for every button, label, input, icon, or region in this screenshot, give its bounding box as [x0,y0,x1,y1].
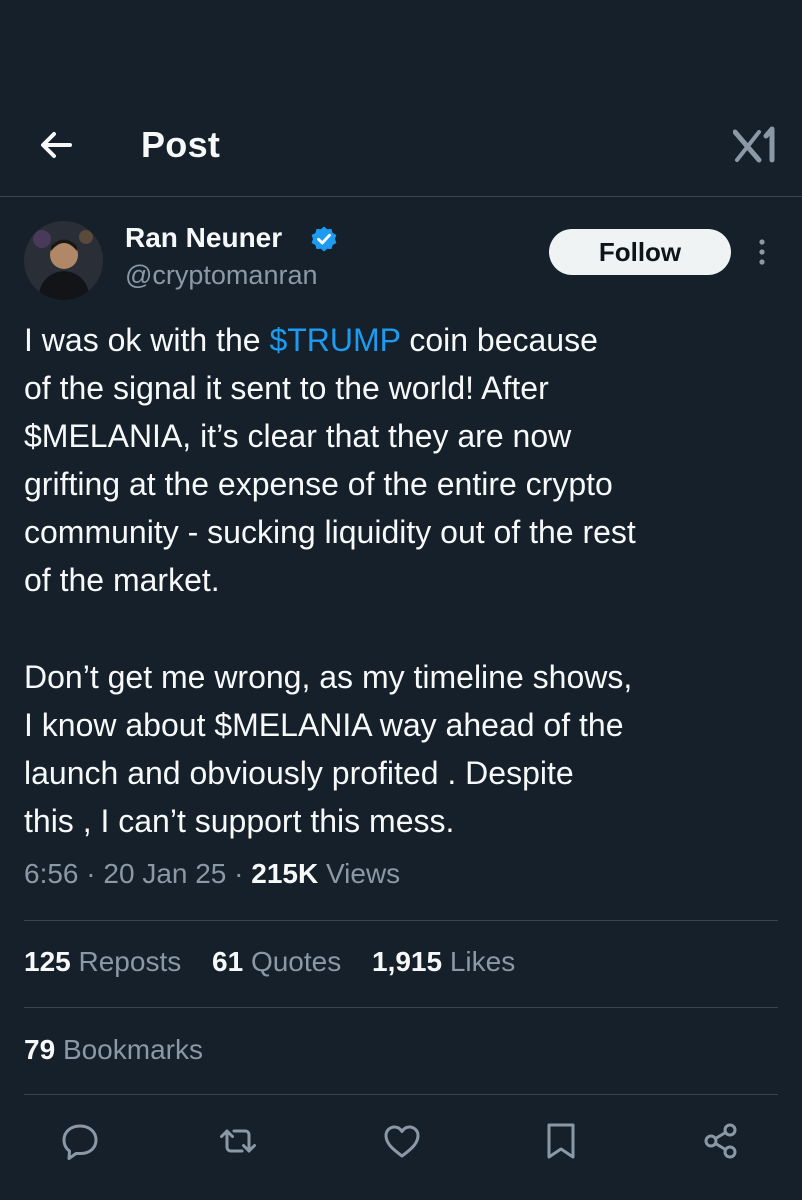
post-text-segment: I was ok with the [24,322,270,358]
quotes-label: Quotes [250,946,342,977]
x-logo-icon[interactable] [732,126,777,164]
post-paragraph-1: I was ok with the $TRUMP coin because of… [24,316,784,604]
divider [24,1007,778,1008]
bookmarks-label: Bookmarks [62,1034,203,1065]
divider [24,920,778,921]
share-icon [704,1123,737,1159]
reply-icon [62,1124,98,1160]
back-button[interactable] [36,125,76,165]
like-button[interactable] [382,1121,422,1166]
likes-stat[interactable]: 1,915 Likes [372,946,515,977]
quotes-count: 61 [212,946,244,977]
views-label: Views [326,858,401,889]
more-options-button[interactable] [752,237,772,267]
author-handle[interactable]: @cryptomanran [125,260,317,291]
verified-badge-icon [311,226,337,252]
reposts-stat[interactable]: 125 Reposts [24,946,181,977]
repost-button[interactable] [218,1121,258,1166]
bookmark-button[interactable] [541,1121,581,1166]
engagement-stats: 125 Reposts 61 Quotes 1,915 Likes [24,946,538,978]
post-date[interactable]: 20 Jan 25 [103,858,226,889]
bookmarks-count: 79 [24,1034,56,1065]
follow-button[interactable]: Follow [549,229,731,275]
arrow-left-icon [41,132,72,158]
share-button[interactable] [701,1121,741,1166]
bookmark-icon [547,1123,575,1159]
page-title: Post [141,124,221,165]
meta-separator: · [234,858,244,889]
reposts-count: 125 [24,946,71,977]
repost-icon [220,1129,256,1153]
likes-label: Likes [449,946,516,977]
post-paragraph-2: Don’t get me wrong, as my timeline shows… [24,659,633,839]
reposts-label: Reposts [78,946,182,977]
post-text-segment: coin because of the signal it sent to th… [24,322,636,598]
divider [24,1094,778,1095]
cashtag-link[interactable]: $TRUMP [269,322,400,358]
bookmarks-stat[interactable]: 79 Bookmarks [24,1034,203,1066]
post-time[interactable]: 6:56 [24,858,79,889]
meta-separator: · [86,858,96,889]
more-vertical-icon [759,239,765,265]
reply-button[interactable] [60,1121,100,1166]
likes-count: 1,915 [372,946,443,977]
views-count: 215K [251,858,319,889]
author-name[interactable]: Ran Neuner [125,222,282,254]
post-text: I was ok with the $TRUMP coin because of… [24,316,784,845]
top-bar: Post [0,0,802,197]
avatar[interactable] [24,221,103,300]
post-meta: 6:56 · 20 Jan 25 · 215K Views [24,858,400,890]
like-icon [384,1125,420,1158]
quotes-stat[interactable]: 61 Quotes [212,946,341,977]
